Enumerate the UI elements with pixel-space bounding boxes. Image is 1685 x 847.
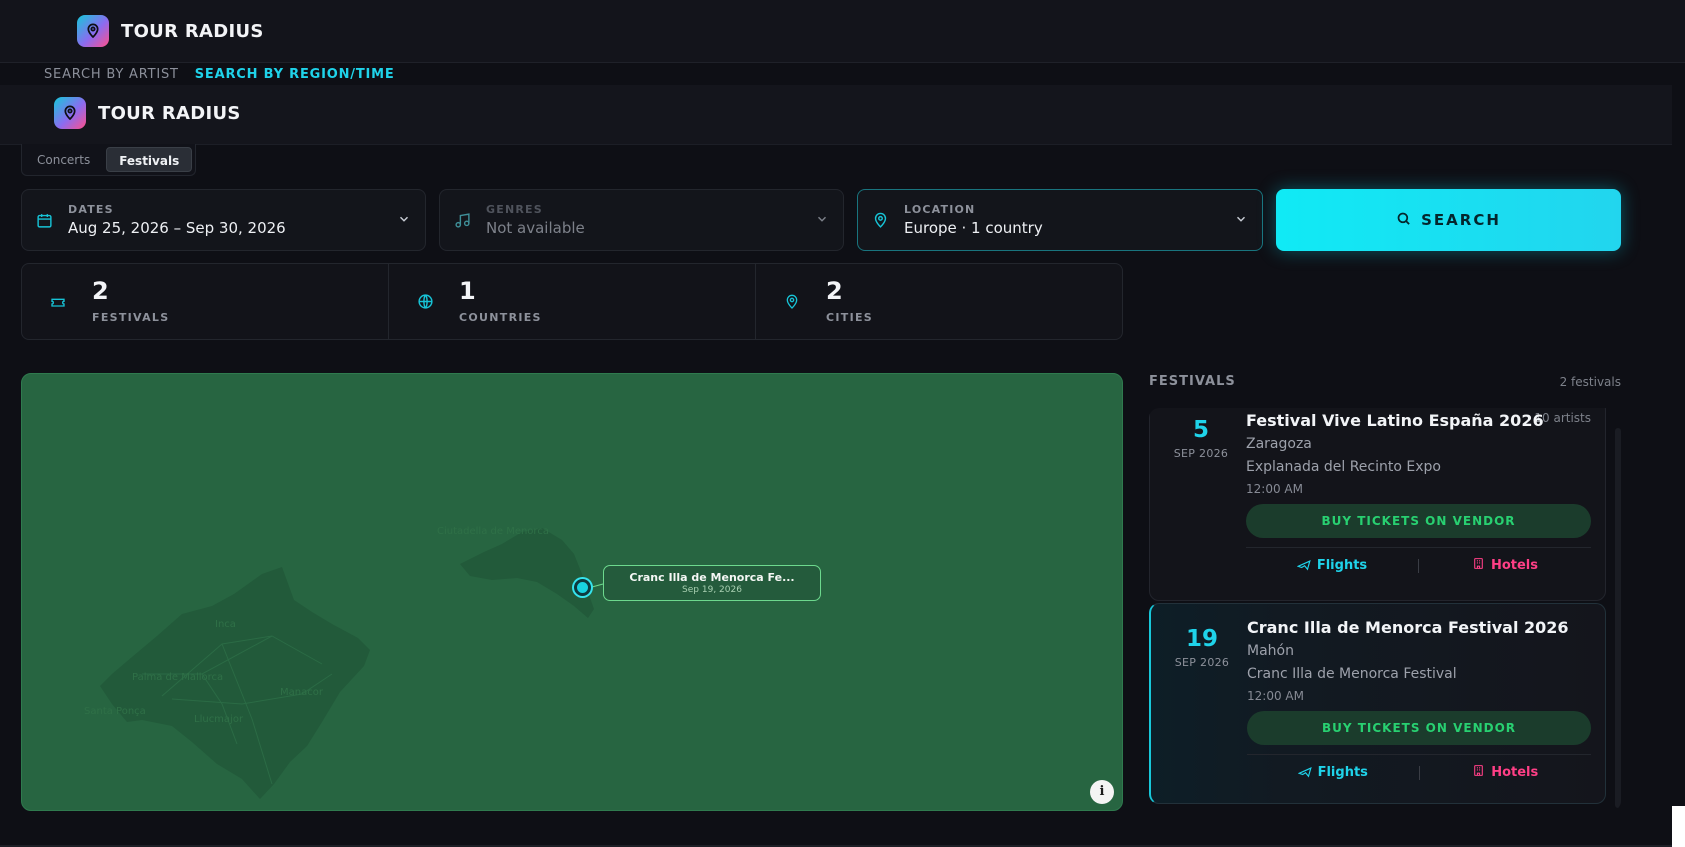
chevron-down-icon bbox=[1234, 211, 1248, 230]
festival-month-year: SEP 2026 bbox=[1174, 656, 1230, 669]
tab-festivals[interactable]: Festivals bbox=[106, 147, 193, 172]
dates-label: DATES bbox=[68, 203, 114, 216]
location-value: Europe · 1 country bbox=[904, 219, 1043, 237]
festival-title[interactable]: Cranc Illa de Menorca Festival 2026 bbox=[1247, 618, 1591, 637]
brand-name: TOUR RADIUS bbox=[121, 20, 264, 42]
search-icon bbox=[1396, 211, 1411, 230]
music-note-icon bbox=[454, 212, 474, 229]
info-icon[interactable]: i bbox=[1090, 780, 1114, 804]
stat-label: COUNTRIES bbox=[459, 311, 542, 324]
festival-map[interactable]: Ciutadella de Menorca Inca Palma de Mall… bbox=[21, 373, 1123, 811]
map-label: Inca bbox=[215, 619, 236, 630]
stat-festivals: 2 FESTIVALS bbox=[22, 264, 389, 339]
festival-title[interactable]: Festival Vive Latino España 2026 bbox=[1246, 411, 1591, 430]
festival-card-selected[interactable]: 19 SEP 2026 Cranc Illa de Menorca Festiv… bbox=[1149, 603, 1606, 804]
genres-value: Not available bbox=[486, 219, 585, 237]
map-pin-icon bbox=[77, 15, 109, 47]
sub-header bbox=[0, 85, 1672, 145]
festival-day: 5 bbox=[1192, 417, 1209, 443]
plane-icon bbox=[1296, 557, 1311, 575]
map-callout[interactable]: Cranc Illa de Menorca Fe... Sep 19, 2026 bbox=[603, 565, 821, 601]
festival-venue: Cranc Illa de Menorca Festival bbox=[1247, 666, 1457, 682]
stat-cities: 2 CITIES bbox=[756, 264, 1122, 339]
map-pin-icon bbox=[872, 212, 892, 229]
ticket-icon bbox=[50, 294, 72, 310]
genres-label: GENRES bbox=[486, 203, 543, 216]
festival-day: 19 bbox=[1185, 626, 1218, 652]
chevron-down-icon bbox=[397, 211, 411, 230]
map-label: Llucmajor bbox=[194, 714, 244, 725]
festival-map-marker[interactable] bbox=[574, 579, 591, 596]
event-type-tabs: Concerts Festivals bbox=[21, 144, 197, 176]
festival-month-year: SEP 2026 bbox=[1173, 447, 1229, 460]
map-pin-icon bbox=[784, 294, 806, 310]
festival-time: 12:00 AM bbox=[1246, 482, 1303, 496]
festival-list-header: FESTIVALS 2 festivals bbox=[1149, 374, 1621, 389]
hotels-label: Hotels bbox=[1490, 558, 1539, 573]
stat-countries: 1 COUNTRIES bbox=[389, 264, 756, 339]
hotels-link[interactable]: Hotels bbox=[1419, 557, 1591, 574]
search-mode-switch: SEARCH BY ARTIST SEARCH BY REGION/TIME bbox=[44, 63, 395, 85]
map-label: Manacor bbox=[280, 687, 323, 698]
search-by-artist-link[interactable]: SEARCH BY ARTIST bbox=[44, 67, 179, 82]
flights-link[interactable]: Flights bbox=[1246, 557, 1418, 575]
map-label: Santa Ponça bbox=[84, 706, 146, 717]
location-filter[interactable]: LOCATION Europe · 1 country bbox=[857, 189, 1263, 251]
stat-value: 1 bbox=[459, 277, 476, 305]
callout-date: Sep 19, 2026 bbox=[682, 585, 742, 595]
travel-links: Flights Hotels bbox=[1246, 547, 1591, 583]
stat-value: 2 bbox=[92, 277, 109, 305]
buy-tickets-button[interactable]: BUY TICKETS ON VENDOR bbox=[1247, 711, 1591, 745]
map-pin-icon bbox=[54, 97, 86, 129]
festival-list[interactable]: 5 SEP 2026 10 artists Festival Vive Lati… bbox=[1149, 408, 1621, 811]
hotels-link[interactable]: Hotels bbox=[1420, 764, 1592, 781]
festival-time: 12:00 AM bbox=[1247, 689, 1304, 703]
buy-tickets-button[interactable]: BUY TICKETS ON VENDOR bbox=[1246, 504, 1591, 538]
calendar-icon bbox=[36, 212, 56, 229]
stat-value: 2 bbox=[826, 277, 843, 305]
map-label: Palma de Mallorca bbox=[132, 672, 224, 683]
map-label: Ciutadella de Menorca bbox=[437, 526, 549, 537]
travel-links: Flights Hotels bbox=[1247, 754, 1591, 790]
stat-label: CITIES bbox=[826, 311, 873, 324]
hotels-label: Hotels bbox=[1491, 765, 1539, 780]
search-button-label: SEARCH bbox=[1421, 211, 1501, 229]
location-label: LOCATION bbox=[904, 203, 976, 216]
festival-count: 2 festivals bbox=[1559, 374, 1621, 389]
hotel-icon bbox=[1472, 557, 1485, 574]
flights-label: Flights bbox=[1316, 558, 1368, 573]
genres-filter[interactable]: GENRES Not available bbox=[439, 189, 844, 251]
islands-landmass bbox=[100, 528, 604, 799]
hotel-icon bbox=[1472, 764, 1485, 781]
scrollbar[interactable] bbox=[1615, 428, 1621, 808]
chevron-down-icon bbox=[815, 211, 829, 230]
festival-city: Mahón bbox=[1247, 643, 1294, 659]
dates-value: Aug 25, 2026 – Sep 30, 2026 bbox=[68, 219, 286, 237]
brand-name: TOUR RADIUS bbox=[98, 102, 241, 124]
flights-label: Flights bbox=[1317, 765, 1368, 780]
search-by-region-link[interactable]: SEARCH BY REGION/TIME bbox=[195, 67, 395, 82]
viewport-edge bbox=[1672, 806, 1685, 847]
festival-venue: Explanada del Recinto Expo bbox=[1246, 459, 1441, 475]
dates-filter[interactable]: DATES Aug 25, 2026 – Sep 30, 2026 bbox=[21, 189, 426, 251]
search-button[interactable]: SEARCH bbox=[1276, 189, 1621, 251]
flights-link[interactable]: Flights bbox=[1247, 764, 1419, 782]
plane-icon bbox=[1297, 764, 1312, 782]
festival-list-title: FESTIVALS bbox=[1149, 374, 1236, 389]
tab-concerts[interactable]: Concerts bbox=[25, 147, 102, 172]
festival-card[interactable]: 5 SEP 2026 10 artists Festival Vive Lati… bbox=[1149, 408, 1606, 601]
sub-header-logo[interactable]: TOUR RADIUS bbox=[54, 97, 241, 129]
festival-city: Zaragoza bbox=[1246, 436, 1312, 452]
callout-title: Cranc Illa de Menorca Fe... bbox=[629, 571, 795, 584]
stats-bar: 2 FESTIVALS 1 COUNTRIES 2 CITIES bbox=[21, 263, 1123, 340]
stat-label: FESTIVALS bbox=[92, 311, 170, 324]
app-logo[interactable]: TOUR RADIUS bbox=[77, 15, 264, 47]
globe-icon bbox=[417, 293, 439, 310]
